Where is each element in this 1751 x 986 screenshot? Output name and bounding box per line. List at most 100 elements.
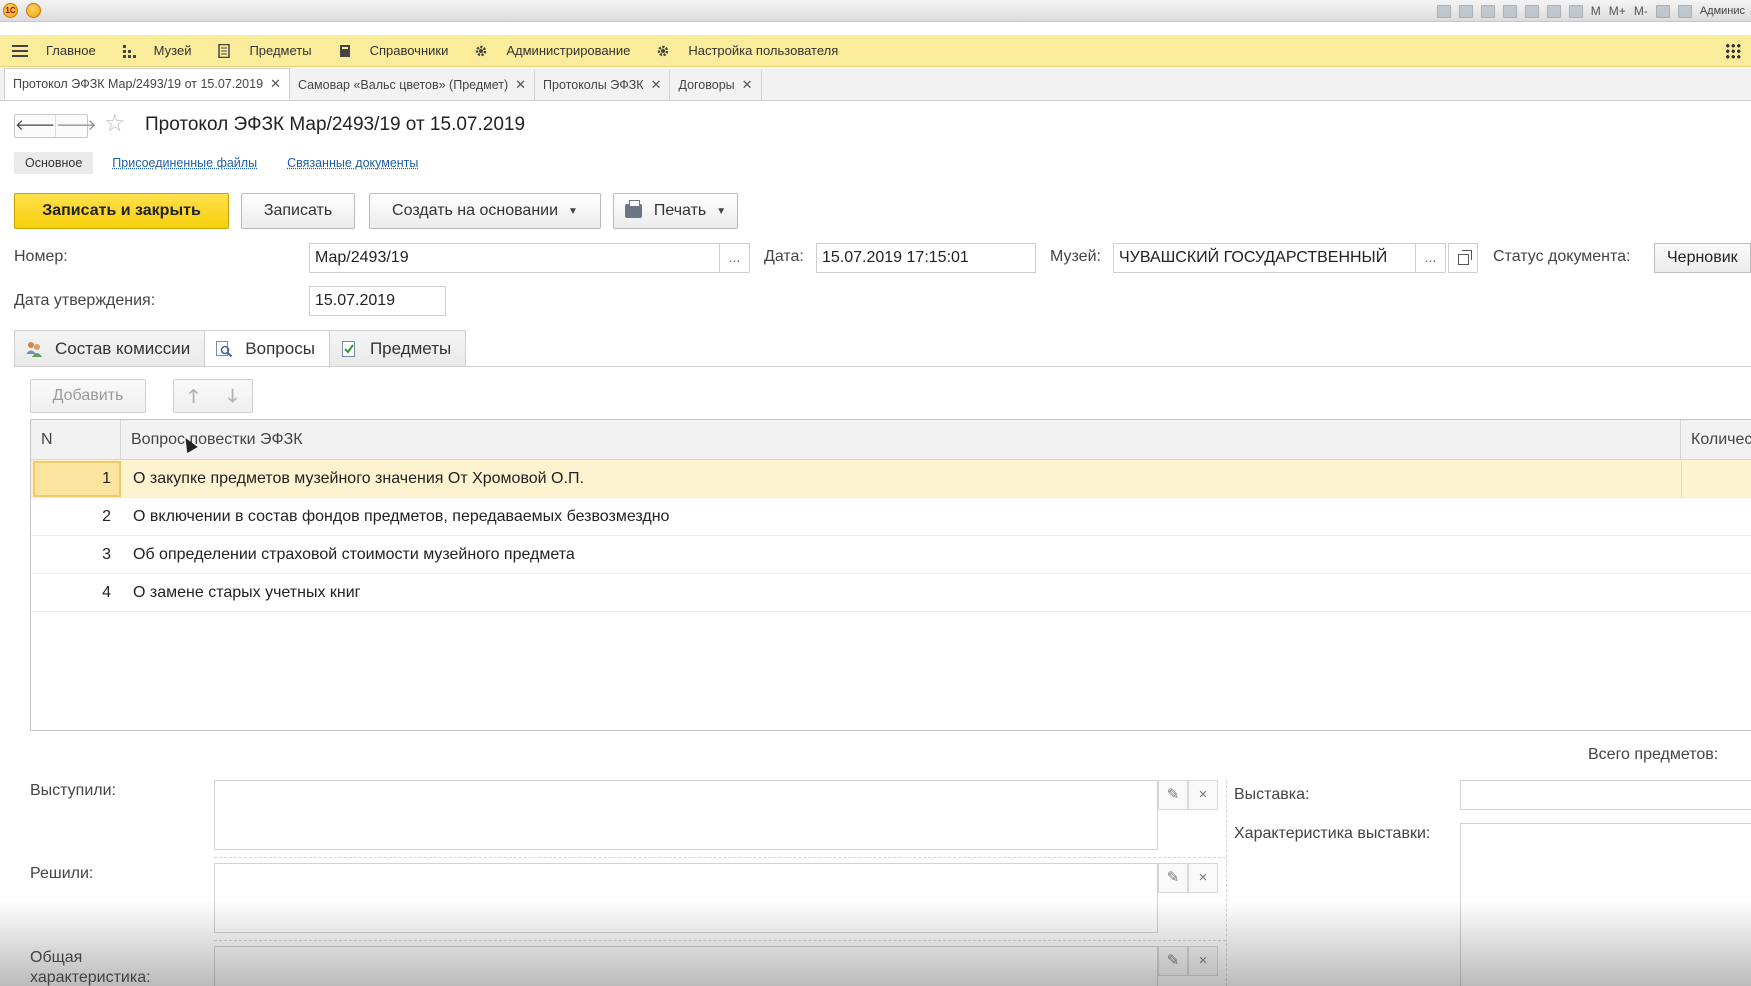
menu-icon xyxy=(12,45,28,57)
apps-grid-icon[interactable] xyxy=(1725,43,1741,59)
tab-label: Предметы xyxy=(370,339,451,359)
open-tab-protocol[interactable]: Протокол ЭФЗК Мар/2493/19 от 15.07.2019 … xyxy=(4,68,290,100)
tab-items[interactable]: Предметы xyxy=(329,330,466,367)
zoom-icon[interactable] xyxy=(1656,5,1670,18)
save-button[interactable]: Записать xyxy=(241,193,355,229)
checklist-icon xyxy=(340,340,358,358)
user-name[interactable]: Админис xyxy=(1700,5,1745,17)
decided-field[interactable] xyxy=(214,863,1158,933)
table-row[interactable]: 1 О закупке предметов музейного значения… xyxy=(31,460,1751,498)
tab-label: Состав комиссии xyxy=(55,339,190,359)
section-museum[interactable]: Музей xyxy=(110,35,206,67)
exhibition-label: Выставка: xyxy=(1234,786,1309,804)
date-label: Дата: xyxy=(764,248,804,266)
button-label: Записать xyxy=(264,202,332,220)
memory-minus-button[interactable]: M- xyxy=(1634,4,1648,18)
tab-commission[interactable]: Состав комиссии xyxy=(14,330,205,367)
memory-m-button[interactable]: M xyxy=(1591,4,1601,18)
link-icon[interactable] xyxy=(1503,5,1517,18)
general-field[interactable] xyxy=(214,946,1158,986)
save-icon[interactable] xyxy=(1437,5,1451,18)
tab-questions[interactable]: Вопросы xyxy=(204,330,330,368)
button-label: Записать и закрыть xyxy=(42,202,201,220)
table-row[interactable]: 2 О включении в состав фондов предметов,… xyxy=(31,498,1751,536)
form-tab-related-docs[interactable]: Связанные документы xyxy=(276,152,429,174)
choose-button[interactable]: ... xyxy=(1416,243,1446,273)
clear-icon[interactable]: × xyxy=(1188,863,1218,893)
search-doc-icon xyxy=(215,340,233,358)
open-tab-label: Договоры xyxy=(678,78,734,92)
number-field[interactable]: Мар/2493/19 xyxy=(309,243,720,273)
document-icon xyxy=(217,44,231,58)
people-icon xyxy=(25,340,43,358)
row-number: 2 xyxy=(31,498,111,536)
move-up-icon[interactable]: 🡑 xyxy=(174,380,213,412)
print-button[interactable]: Печать ▼ xyxy=(613,193,738,229)
close-icon[interactable]: ✕ xyxy=(742,77,753,93)
questions-table[interactable]: N Вопрос повестки ЭФЗК Количеств 1 О зак… xyxy=(30,419,1751,731)
form-tab-main[interactable]: Основное xyxy=(14,152,93,174)
separator xyxy=(214,940,1226,941)
row-question: О включении в состав фондов предметов, п… xyxy=(133,498,669,536)
tab-label: Вопросы xyxy=(245,339,315,359)
close-icon[interactable]: ✕ xyxy=(270,76,281,92)
history-icon[interactable] xyxy=(1525,5,1539,18)
section-catalogs[interactable]: Справочники xyxy=(326,35,463,67)
choose-button[interactable]: ... xyxy=(720,243,750,273)
title-toolbar: M M+ M- Админис xyxy=(1437,0,1751,22)
printer-icon xyxy=(625,204,642,218)
approve-date-field[interactable]: 15.07.2019 xyxy=(309,286,446,316)
close-icon[interactable]: ✕ xyxy=(515,77,526,93)
open-tab-protocols[interactable]: Протоколы ЭФЗК ✕ xyxy=(535,70,670,100)
print-icon[interactable] xyxy=(1459,5,1473,18)
general-label: Общая характеристика: xyxy=(30,948,180,986)
open-icon[interactable] xyxy=(1448,243,1478,273)
panels-icon[interactable] xyxy=(1678,5,1692,18)
create-based-on-button[interactable]: Создать на основании ▼ xyxy=(369,193,601,229)
separator xyxy=(214,857,1226,858)
edit-pencil-icon[interactable]: ✎ xyxy=(1158,946,1188,976)
column-header-count[interactable]: Количеств xyxy=(1681,420,1751,460)
date-field[interactable]: 15.07.2019 17:15:01 xyxy=(816,243,1036,273)
calendar-icon[interactable] xyxy=(1569,5,1583,18)
add-row-button[interactable]: Добавить xyxy=(30,379,146,413)
exhibition-field[interactable] xyxy=(1460,780,1751,810)
museum-field[interactable]: ЧУВАШСКИЙ ГОСУДАРСТВЕННЫЙ xyxy=(1113,243,1416,273)
close-icon[interactable]: ✕ xyxy=(651,77,662,93)
table-row[interactable]: 3 Об определении страховой стоимости муз… xyxy=(31,536,1751,574)
exhibition-char-field[interactable] xyxy=(1460,823,1751,986)
section-admin[interactable]: Администрирование xyxy=(462,35,644,67)
calculator-icon[interactable] xyxy=(1547,5,1561,18)
open-windows-bar: Протокол ЭФЗК Мар/2493/19 от 15.07.2019 … xyxy=(0,68,1751,101)
section-items[interactable]: Предметы xyxy=(205,35,325,67)
open-tab-contracts[interactable]: Договоры ✕ xyxy=(670,70,761,100)
open-tab-samovar[interactable]: Самовар «Вальс цветов» (Предмет) ✕ xyxy=(290,70,535,100)
form-tab-attached-files[interactable]: Присоединенные файлы xyxy=(101,152,268,174)
main-menu-icon[interactable] xyxy=(26,3,41,18)
section-label: Главное xyxy=(46,43,96,58)
edit-pencil-icon[interactable]: ✎ xyxy=(1158,780,1188,810)
app-logo-icon: 1С xyxy=(3,3,18,18)
save-and-close-button[interactable]: Записать и закрыть xyxy=(14,193,229,229)
forward-arrow-icon[interactable]: 🡒 xyxy=(55,115,96,137)
row-number: 1 xyxy=(31,460,111,498)
column-header-n[interactable]: N xyxy=(31,420,121,460)
clear-icon[interactable]: × xyxy=(1188,946,1218,976)
clear-icon[interactable]: × xyxy=(1188,780,1218,810)
back-arrow-icon[interactable]: 🡐 xyxy=(15,115,55,137)
edit-pencil-icon[interactable]: ✎ xyxy=(1158,863,1188,893)
section-label: Предметы xyxy=(249,43,311,58)
status-button[interactable]: Черновик xyxy=(1654,243,1751,273)
move-down-icon[interactable]: 🡓 xyxy=(213,380,252,412)
section-user-settings[interactable]: Настройка пользователя xyxy=(644,35,852,67)
spoke-field[interactable] xyxy=(214,780,1158,850)
preview-icon[interactable] xyxy=(1481,5,1495,18)
open-tab-label: Самовар «Вальс цветов» (Предмет) xyxy=(298,78,508,92)
column-divider xyxy=(1681,460,1682,498)
row-number: 3 xyxy=(31,536,111,574)
table-row[interactable]: 4 О замене старых учетных книг xyxy=(31,574,1751,612)
section-main[interactable]: Главное xyxy=(0,35,110,67)
memory-plus-button[interactable]: M+ xyxy=(1609,4,1626,18)
column-header-question[interactable]: Вопрос повестки ЭФЗК xyxy=(121,420,1681,460)
favorite-star-icon[interactable]: ☆ xyxy=(104,112,126,136)
